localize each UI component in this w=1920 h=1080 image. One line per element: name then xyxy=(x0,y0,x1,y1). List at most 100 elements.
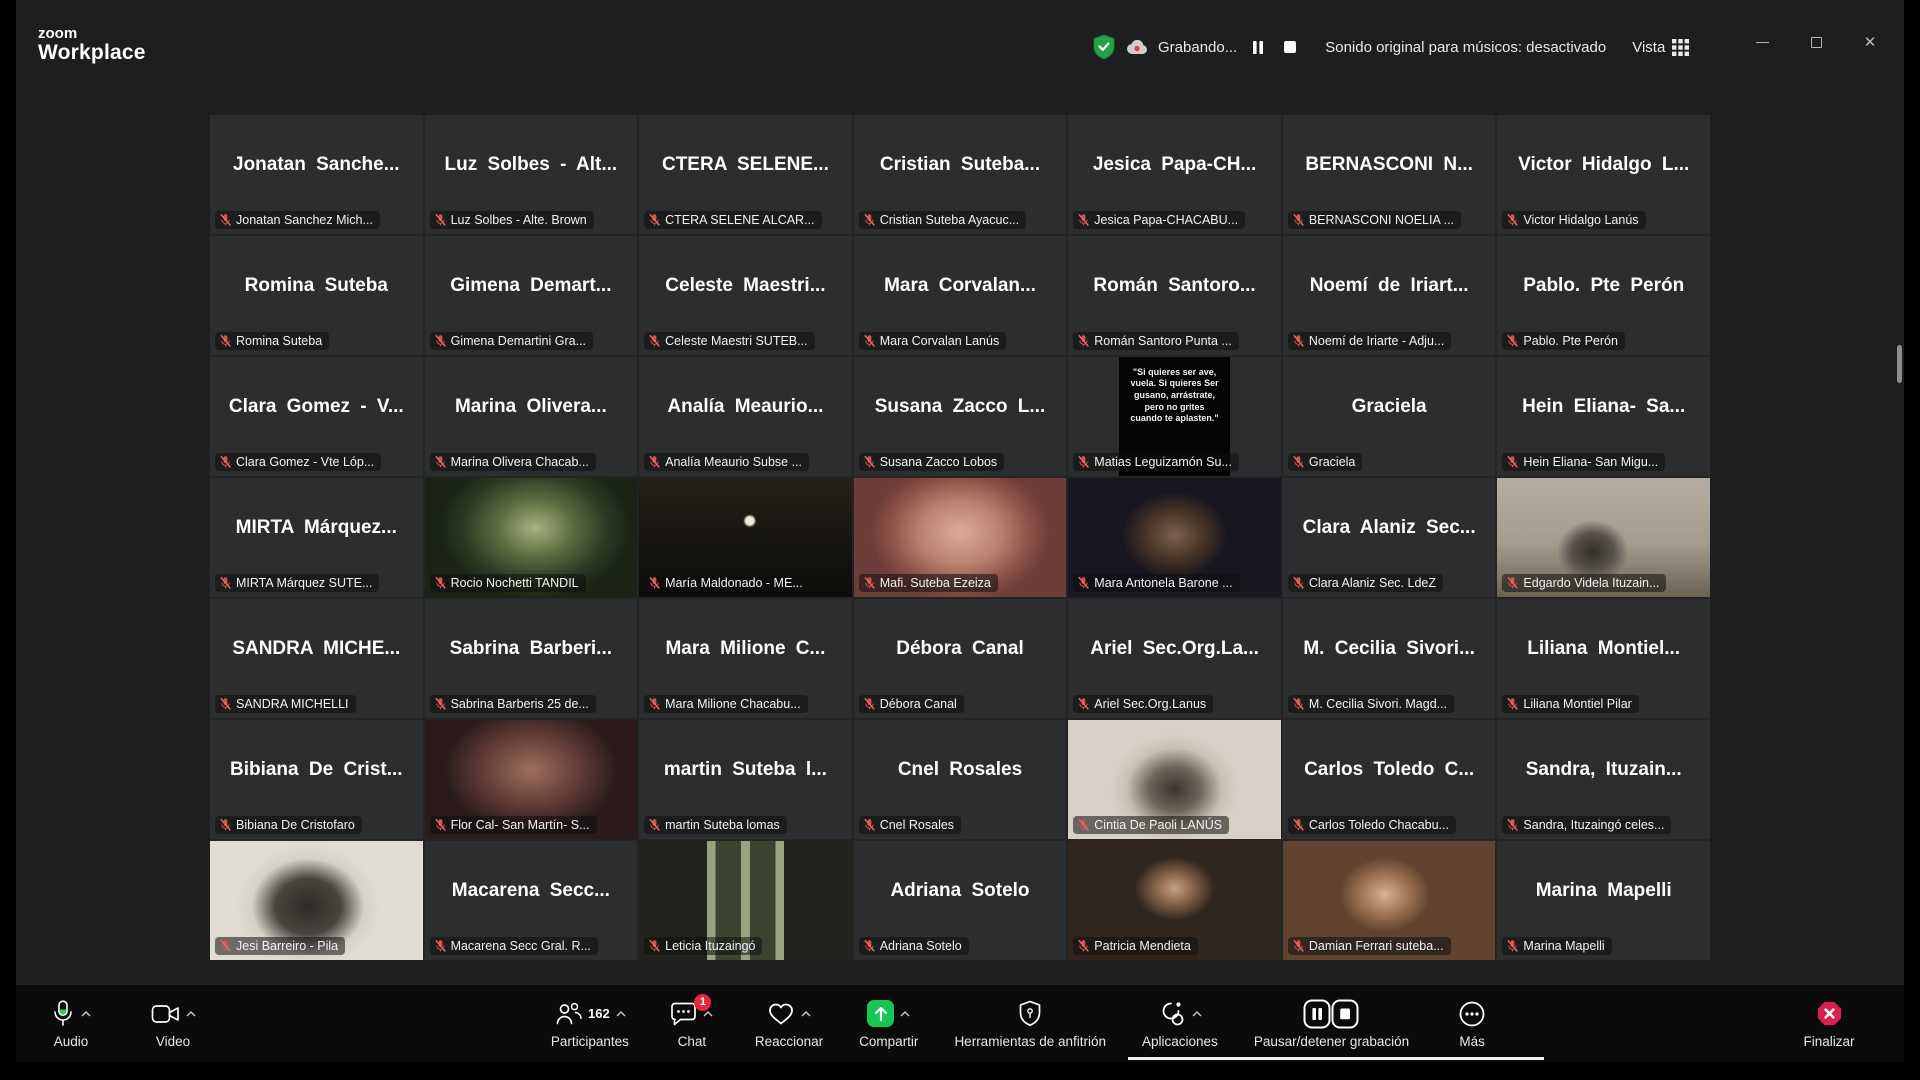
participant-tile[interactable]: Patricia Mendieta xyxy=(1068,841,1281,960)
participant-tile[interactable]: Romina Suteba Romina Suteba xyxy=(210,236,423,355)
participant-tile[interactable]: martin Suteba l... martin Suteba lomas xyxy=(639,720,852,839)
original-sound-status[interactable]: Sonido original para músicos: desactivad… xyxy=(1325,39,1606,56)
share-chevron-icon[interactable] xyxy=(900,1011,910,1017)
participant-display-name: Jesica Papa-CH... xyxy=(1087,154,1262,176)
participant-tile[interactable]: Jonatan Sanche... Jonatan Sanchez Mich..… xyxy=(210,115,423,234)
muted-mic-icon xyxy=(434,455,447,469)
participant-name-text: Débora Canal xyxy=(880,697,957,711)
participant-tile[interactable]: Mara Antonela Barone ... xyxy=(1068,478,1281,597)
participant-tile[interactable]: Bibiana De Crist... Bibiana De Cristofar… xyxy=(210,720,423,839)
chat-chevron-icon[interactable] xyxy=(703,1011,713,1017)
participant-tile[interactable]: Noemí de Iriart... Noemí de Iriarte - Ad… xyxy=(1283,236,1496,355)
participant-name-label: Leticia Ituzaingó xyxy=(644,937,762,955)
participant-tile[interactable]: Cnel Rosales Cnel Rosales xyxy=(854,720,1067,839)
participant-tile[interactable]: Carlos Toledo C... Carlos Toledo Chacabu… xyxy=(1283,720,1496,839)
participant-tile[interactable]: "Si quieres ser ave, vuela. Si quieres S… xyxy=(1068,357,1281,476)
participant-tile[interactable]: Marina Mapelli Marina Mapelli xyxy=(1497,841,1710,960)
participant-tile[interactable]: Cintia De Paoli LANÚS xyxy=(1068,720,1281,839)
participant-name-label: Gimena Demartini Gra... xyxy=(430,332,593,350)
participant-name-label: Jesi Barreiro - Pila xyxy=(215,937,345,955)
apps-chevron-icon[interactable] xyxy=(1192,1011,1202,1017)
participant-tile[interactable]: Mafi. Suteba Ezeiza xyxy=(854,478,1067,597)
toolbar-end-meeting-button[interactable]: Finalizar xyxy=(1802,999,1856,1049)
participant-tile[interactable]: Mara Milione C... Mara Milione Chacabu..… xyxy=(639,599,852,718)
participant-tile[interactable]: Marina Olivera... Marina Olivera Chacab.… xyxy=(425,357,638,476)
participant-tile[interactable]: CTERA SELENE... CTERA SELENE ALCAR... xyxy=(639,115,852,234)
participant-tile[interactable]: Ariel Sec.Org.La... Ariel Sec.Org.Lanus xyxy=(1068,599,1281,718)
participant-tile[interactable]: Edgardo Videla Ituzain... xyxy=(1497,478,1710,597)
participant-tile[interactable]: Macarena Secc... Macarena Secc Gral. R..… xyxy=(425,841,638,960)
toolbar-video-button[interactable]: Video xyxy=(146,999,200,1049)
participant-name-text: Cintia De Paoli LANÚS xyxy=(1094,818,1222,832)
participant-tile[interactable]: Clara Gomez - V... Clara Gomez - Vte Lóp… xyxy=(210,357,423,476)
minimize-icon xyxy=(1756,42,1769,43)
participant-tile[interactable]: Graciela Graciela xyxy=(1283,357,1496,476)
participant-tile[interactable]: Victor Hidalgo L... Victor Hidalgo Lanús xyxy=(1497,115,1710,234)
muted-mic-icon xyxy=(1292,576,1305,590)
participant-tile[interactable]: Pablo. Pte Perón Pablo. Pte Perón xyxy=(1497,236,1710,355)
toolbar-pause-recording-button[interactable]: Pausar/detener grabación xyxy=(1254,999,1409,1049)
toolbar-more-button[interactable]: Más xyxy=(1445,999,1499,1049)
gallery-scrollbar[interactable] xyxy=(1897,345,1902,383)
participant-name-area: Jesica Papa-CH... xyxy=(1068,115,1281,214)
view-button[interactable]: Vista xyxy=(1632,39,1689,56)
participant-tile[interactable]: BERNASCONI N... BERNASCONI NOELIA ... xyxy=(1283,115,1496,234)
participants-chevron-icon[interactable] xyxy=(616,1011,626,1017)
participant-tile[interactable]: Débora Canal Débora Canal xyxy=(854,599,1067,718)
pause-recording-icon[interactable] xyxy=(1247,36,1269,58)
muted-mic-icon xyxy=(1292,334,1305,348)
pause-stop-recording-icon xyxy=(1303,999,1359,1029)
participant-name-label: Sandra, Ituzaingó celes... xyxy=(1502,816,1671,834)
participant-tile[interactable]: Susana Zacco L... Susana Zacco Lobos xyxy=(854,357,1067,476)
participant-tile[interactable]: María Maldonado - ME... xyxy=(639,478,852,597)
top-bar: zoom Workplace Grabando... xyxy=(16,0,1904,92)
participant-tile[interactable]: Liliana Montiel... Liliana Montiel Pilar xyxy=(1497,599,1710,718)
participant-name-text: Jesi Barreiro - Pila xyxy=(236,939,338,953)
participant-tile[interactable]: Leticia Ituzaingó xyxy=(639,841,852,960)
participant-tile[interactable]: MIRTA Márquez... MIRTA Márquez SUTE... xyxy=(210,478,423,597)
participant-tile[interactable]: Rocio Nochetti TANDIL xyxy=(425,478,638,597)
participant-tile[interactable]: Sabrina Barberi... Sabrina Barberis 25 d… xyxy=(425,599,638,718)
audio-chevron-icon[interactable] xyxy=(81,1011,91,1017)
participant-tile[interactable]: Flor Cal- San Martín- S... xyxy=(425,720,638,839)
participant-tile[interactable]: Gimena Demart... Gimena Demartini Gra... xyxy=(425,236,638,355)
participant-name-text: Marina Mapelli xyxy=(1523,939,1604,953)
recording-status-text: Grabando... xyxy=(1158,39,1237,56)
participant-display-name: Mara Milione C... xyxy=(659,638,831,660)
toolbar-chat-button[interactable]: 1 Chat xyxy=(665,999,719,1049)
participant-tile[interactable]: Hein Eliana- Sa... Hein Eliana- San Migu… xyxy=(1497,357,1710,476)
minimize-button[interactable] xyxy=(1748,30,1776,54)
participant-name-text: Noemí de Iriarte - Adju... xyxy=(1309,334,1444,348)
maximize-button[interactable] xyxy=(1802,30,1830,54)
participant-tile[interactable]: M. Cecilia Sivori... M. Cecilia Sivori. … xyxy=(1283,599,1496,718)
participant-tile[interactable]: Mara Corvalan... Mara Corvalan Lanús xyxy=(854,236,1067,355)
toolbar-audio-button[interactable]: Audio xyxy=(44,999,98,1049)
participant-tile[interactable]: Cristian Suteba... Cristian Suteba Ayacu… xyxy=(854,115,1067,234)
security-shield-icon[interactable] xyxy=(1092,34,1116,60)
participant-name-label: Hein Eliana- San Migu... xyxy=(1502,453,1665,471)
toolbar-participants-button[interactable]: 162 Participantes xyxy=(551,999,629,1049)
participant-tile[interactable]: Sandra, Ituzain... Sandra, Ituzaingó cel… xyxy=(1497,720,1710,839)
participant-tile[interactable]: Román Santoro... Román Santoro Punta ... xyxy=(1068,236,1281,355)
close-button[interactable]: ✕ xyxy=(1856,30,1884,54)
video-chevron-icon[interactable] xyxy=(186,1011,196,1017)
participant-tile[interactable]: Adriana Sotelo Adriana Sotelo xyxy=(854,841,1067,960)
toolbar-apps-button[interactable]: Aplicaciones xyxy=(1142,999,1218,1049)
participant-tile[interactable]: Jesi Barreiro - Pila xyxy=(210,841,423,960)
toolbar-react-button[interactable]: Reaccionar xyxy=(755,999,823,1049)
participant-tile[interactable]: Damian Ferrari suteba... xyxy=(1283,841,1496,960)
toolbar-share-button[interactable]: Compartir xyxy=(859,999,918,1049)
participant-tile[interactable]: SANDRA MICHE... SANDRA MICHELLI xyxy=(210,599,423,718)
participant-tile[interactable]: Jesica Papa-CH... Jesica Papa-CHACABU... xyxy=(1068,115,1281,234)
muted-mic-icon xyxy=(434,334,447,348)
stop-recording-icon[interactable] xyxy=(1279,36,1301,58)
participant-tile[interactable]: Celeste Maestri... Celeste Maestri SUTEB… xyxy=(639,236,852,355)
participant-display-name: Gimena Demart... xyxy=(444,275,617,297)
participant-tile[interactable]: Analía Meaurio... Analía Meaurio Subse .… xyxy=(639,357,852,476)
participant-tile[interactable]: Clara Alaniz Sec... Clara Alaniz Sec. Ld… xyxy=(1283,478,1496,597)
participant-tile[interactable]: Luz Solbes - Alt... Luz Solbes - Alte. B… xyxy=(425,115,638,234)
toolbar-host-tools-button[interactable]: Herramientas de anfitrión xyxy=(954,999,1106,1049)
react-chevron-icon[interactable] xyxy=(801,1011,811,1017)
participant-display-name: Ariel Sec.Org.La... xyxy=(1084,638,1265,660)
participant-name-label: Ariel Sec.Org.Lanus xyxy=(1073,695,1213,713)
